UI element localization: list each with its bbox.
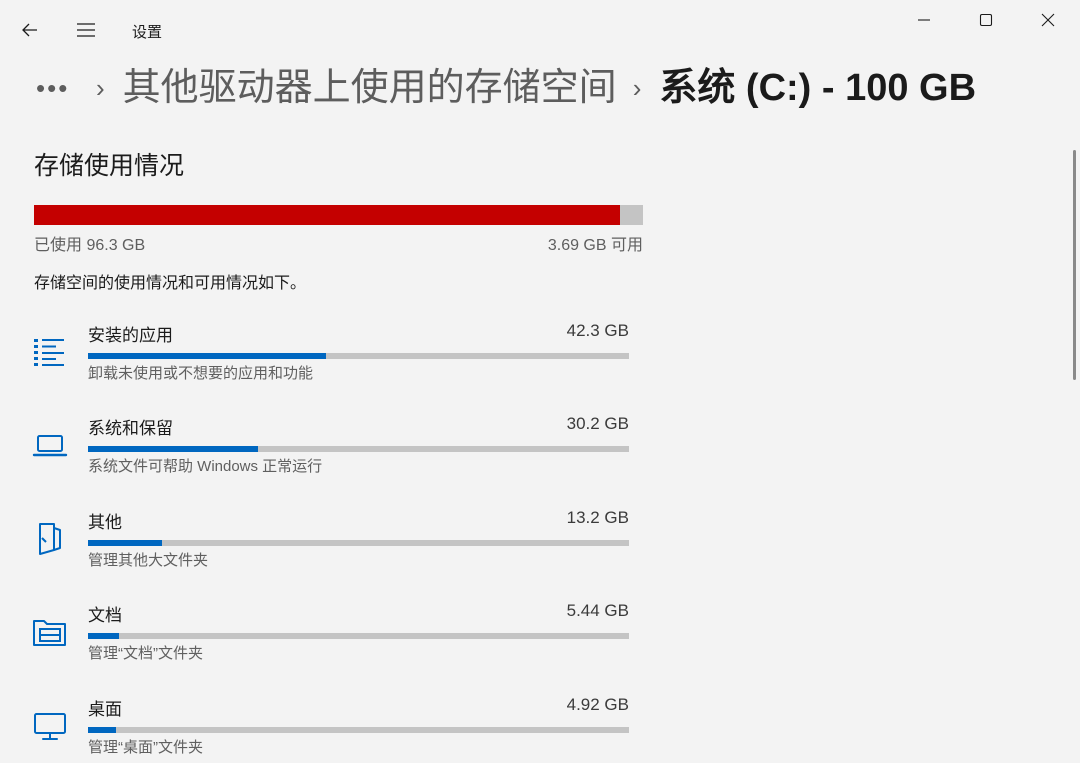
app-title: 设置 <box>132 24 163 41</box>
category-usage-fill <box>88 633 119 639</box>
category-size: 30.2 GB <box>566 414 629 433</box>
category-subtitle: 管理“桌面”文件夹 <box>88 739 203 756</box>
category-size: 4.92 GB <box>566 695 629 714</box>
category-name: 其他 <box>88 513 122 532</box>
category-name: 安装的应用 <box>88 326 173 345</box>
category-desktop[interactable]: 桌面 4.92 GB 管理“桌面”文件夹 <box>0 695 660 763</box>
category-subtitle: 管理“文档”文件夹 <box>88 645 203 662</box>
drive-usage-bar <box>34 205 643 225</box>
category-system-reserved[interactable]: 系统和保留 30.2 GB 系统文件可帮助 Windows 正常运行 <box>0 414 660 504</box>
category-usage-bar <box>88 446 629 452</box>
category-other[interactable]: 其他 13.2 GB 管理其他大文件夹 <box>0 508 660 598</box>
category-usage-fill <box>88 727 116 733</box>
apps-list-icon <box>34 339 64 366</box>
category-usage-bar <box>88 727 629 733</box>
documents-icon <box>33 620 66 646</box>
breadcrumb-parent-link[interactable]: 其他驱动器上使用的存储空间 <box>123 69 617 107</box>
category-subtitle: 卸载未使用或不想要的应用和功能 <box>88 365 314 382</box>
used-space-label: 已使用 96.3 GB <box>34 237 146 254</box>
page-title: 系统 (C:) - 100 GB <box>659 67 977 109</box>
breadcrumb-more-button[interactable]: ••• <box>36 75 80 101</box>
category-size: 42.3 GB <box>566 321 629 340</box>
minimize-icon <box>918 19 930 21</box>
section-title: 存储使用情况 <box>34 152 185 180</box>
other-folder-icon <box>39 523 61 555</box>
category-usage-fill <box>88 353 327 359</box>
category-usage-fill <box>88 540 163 546</box>
laptop-icon <box>32 435 68 457</box>
minimize-button[interactable] <box>900 4 948 36</box>
chevron-right-icon: › <box>96 73 105 103</box>
drive-usage-fill <box>34 205 621 225</box>
title-bar: 设置 <box>0 0 1080 56</box>
category-documents[interactable]: 文档 5.44 GB 管理“文档”文件夹 <box>0 601 660 691</box>
category-usage-fill <box>88 446 258 452</box>
close-icon <box>1041 13 1055 27</box>
close-button[interactable] <box>1024 4 1072 36</box>
arrow-left-icon <box>22 23 37 37</box>
storage-description: 存储空间的使用情况和可用情况如下。 <box>34 275 307 292</box>
maximize-icon <box>979 13 993 27</box>
category-size: 13.2 GB <box>566 508 629 527</box>
desktop-icon <box>34 713 66 740</box>
free-space-label: 3.69 GB 可用 <box>547 237 643 254</box>
chevron-right-icon: › <box>632 73 642 103</box>
category-usage-bar <box>88 540 629 546</box>
navigation-menu-button[interactable] <box>68 14 104 46</box>
category-size: 5.44 GB <box>566 601 629 620</box>
category-subtitle: 管理其他大文件夹 <box>88 552 209 569</box>
category-usage-bar <box>88 353 629 359</box>
category-name: 系统和保留 <box>88 419 173 438</box>
category-name: 文档 <box>88 606 122 625</box>
category-installed-apps[interactable]: 安装的应用 42.3 GB 卸载未使用或不想要的应用和功能 <box>0 321 660 411</box>
back-button[interactable] <box>12 14 48 46</box>
category-name: 桌面 <box>88 700 122 719</box>
hamburger-icon <box>77 23 95 37</box>
category-usage-bar <box>88 633 629 639</box>
category-subtitle: 系统文件可帮助 Windows 正常运行 <box>88 458 323 475</box>
maximize-button[interactable] <box>962 4 1010 36</box>
vertical-scrollbar[interactable] <box>1073 150 1076 380</box>
breadcrumb: ••• › 其他驱动器上使用的存储空间 › 系统 (C:) - 100 GB <box>36 60 976 116</box>
